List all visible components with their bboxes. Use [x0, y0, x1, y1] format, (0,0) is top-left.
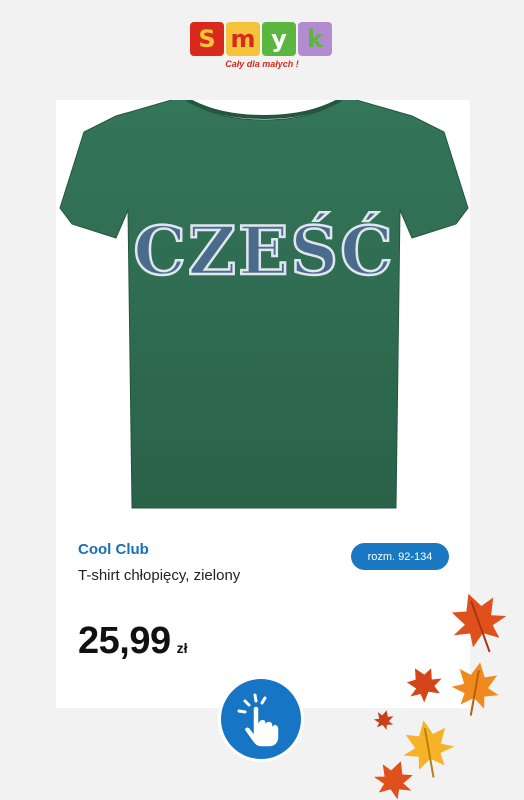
logo-tagline: Cały dla małych ! — [225, 59, 299, 69]
size-badge[interactable]: rozm. 92-134 — [351, 543, 449, 570]
product-name[interactable]: T-shirt chłopięcy, zielony — [78, 566, 258, 586]
logo-letter-y: y — [262, 22, 296, 56]
logo-letter-k: k — [298, 22, 332, 56]
product-brand[interactable]: Cool Club — [78, 541, 149, 558]
product-price: 25,99 zł — [78, 620, 187, 663]
product-image: CZEŚĆ — [59, 100, 469, 509]
print-text: CZEŚĆ — [133, 212, 394, 290]
tap-button[interactable] — [218, 676, 304, 762]
logo-letter-s: S — [190, 22, 224, 56]
tap-hand-icon — [237, 693, 280, 748]
logo-letter-m: m — [226, 22, 260, 56]
brand-logo: S m y k Cały dla małych ! — [190, 22, 334, 74]
price-value: 25,99 — [78, 620, 171, 662]
autumn-leaves-icon — [373, 593, 507, 800]
price-currency: zł — [176, 640, 188, 656]
